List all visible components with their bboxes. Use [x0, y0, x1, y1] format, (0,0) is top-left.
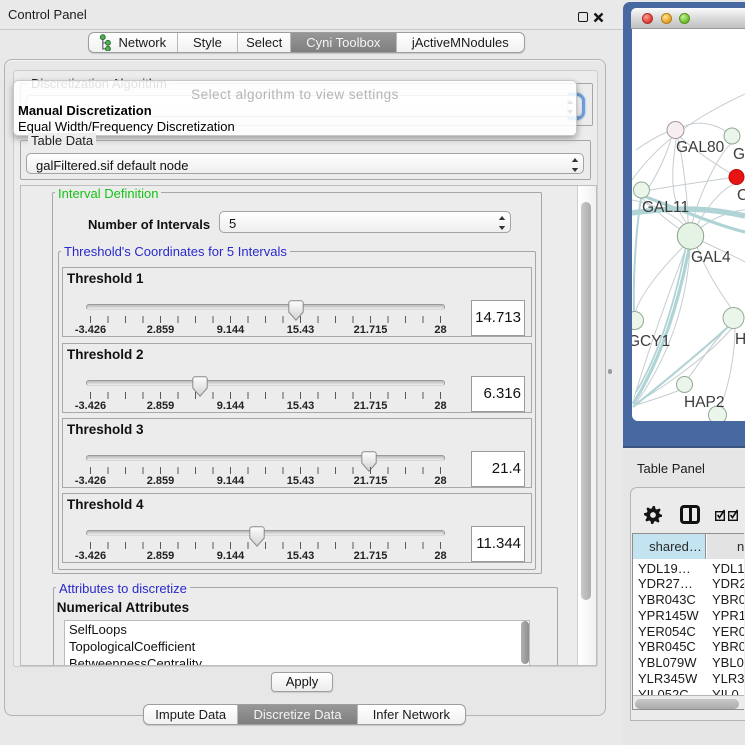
svg-text:GAL4: GAL4: [691, 249, 731, 266]
svg-text:H: H: [735, 331, 745, 348]
svg-text:C: C: [737, 187, 745, 204]
svg-text:HAP2: HAP2: [684, 394, 725, 411]
svg-text:GCY1: GCY1: [632, 333, 670, 350]
svg-text:GAL80: GAL80: [676, 139, 725, 156]
svg-text:GA: GA: [733, 146, 745, 163]
svg-text:GAL11: GAL11: [642, 199, 689, 216]
